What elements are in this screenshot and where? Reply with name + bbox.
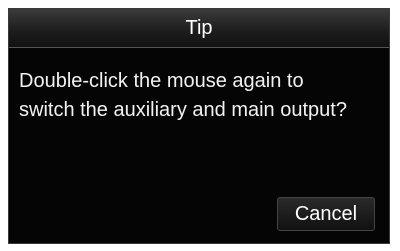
tip-dialog: Tip Double-click the mouse again to swit…	[8, 8, 390, 244]
dialog-titlebar: Tip	[9, 9, 389, 48]
dialog-title: Tip	[185, 16, 213, 39]
cancel-button[interactable]: Cancel	[277, 197, 375, 231]
dialog-message: Double-click the mouse again to switch t…	[19, 70, 347, 121]
